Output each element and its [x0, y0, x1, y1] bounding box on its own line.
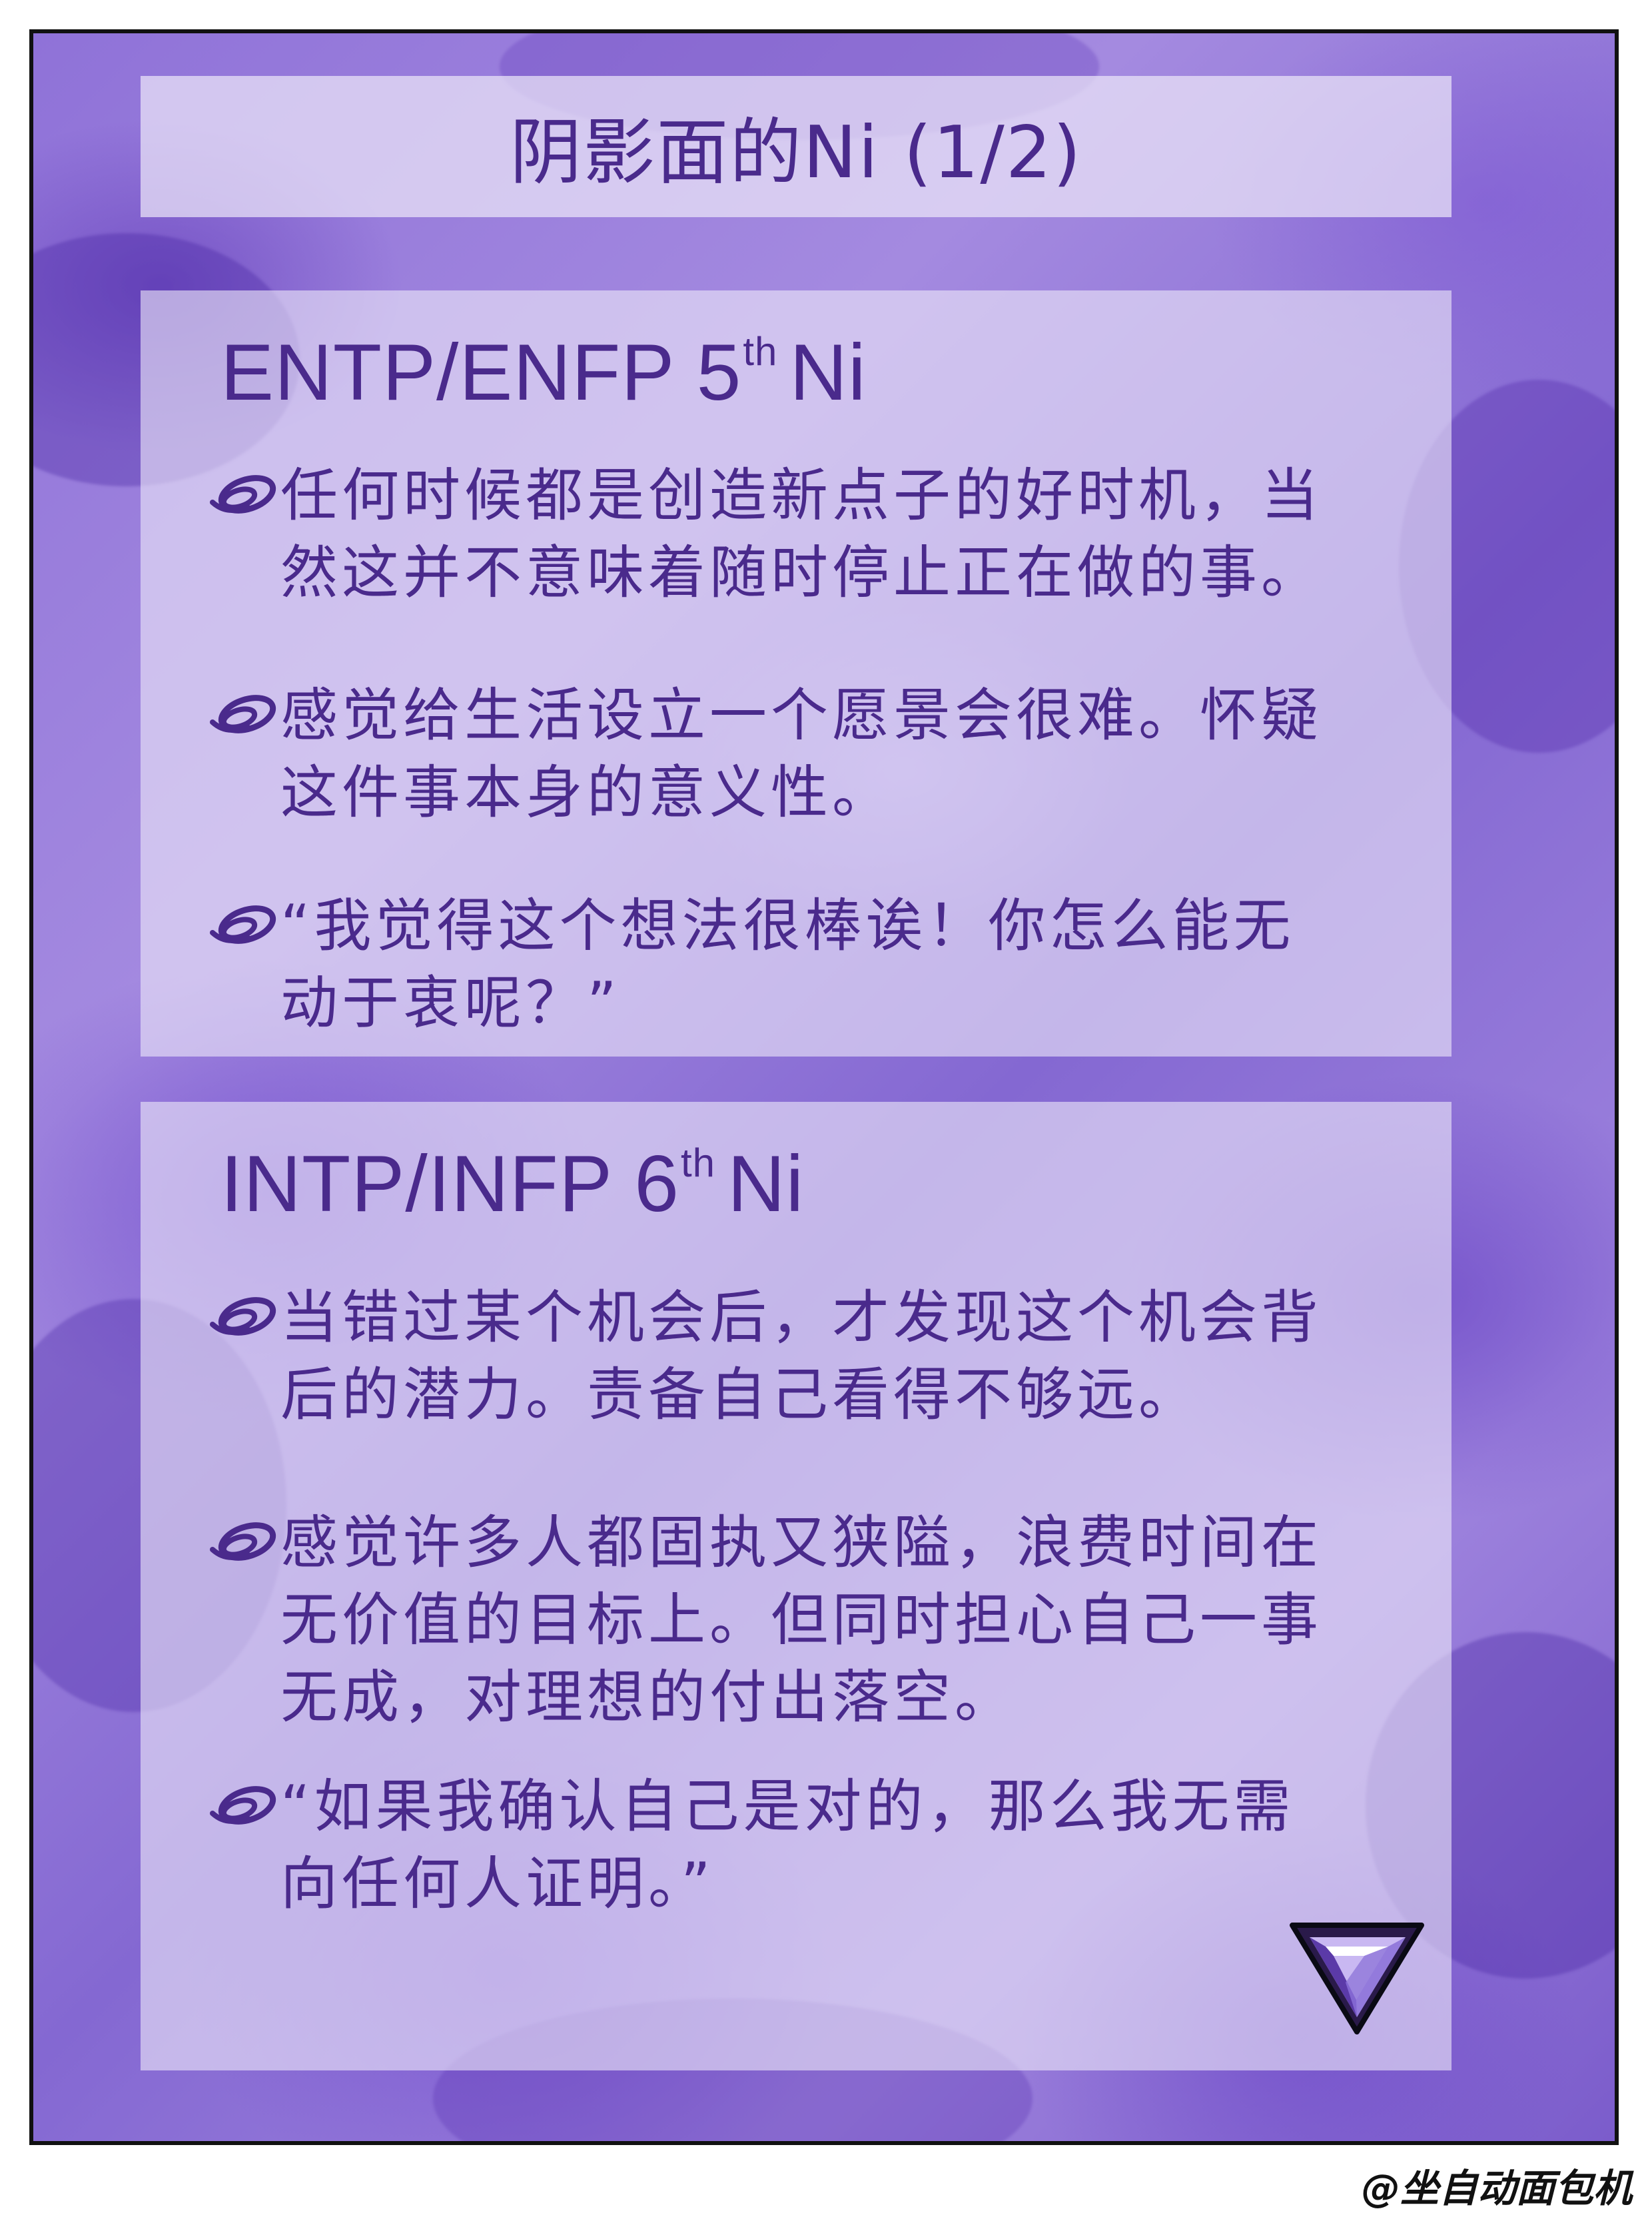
- heading-tail: Ni: [727, 1139, 805, 1228]
- section-heading: ENTP/ENFP 5th Ni: [220, 326, 867, 418]
- item-text: “如果我确认自己是对的，那么我无需 向任何人证明。”: [280, 1773, 1295, 1917]
- item-text: 任何时候都是创造新点子的好时机，当 然这并不意味着随时停止正在做的事。: [280, 462, 1322, 606]
- list-item: 感觉许多人都固执又狭隘，浪费时间在 无价值的目标上。但同时担心自己一事 无成，对…: [207, 1504, 1406, 1736]
- list-item: 当错过某个机会后，才发现这个机会背 后的潜力。责备自己看得不够远。: [207, 1279, 1406, 1434]
- heading-main: INTP/INFP 6: [220, 1139, 679, 1228]
- item-text: 感觉许多人都固执又狭隘，浪费时间在 无价值的目标上。但同时担心自己一事 无成，对…: [280, 1510, 1322, 1731]
- heading-main: ENTP/ENFP 5: [220, 328, 742, 417]
- purple-loop-icon: [210, 475, 276, 514]
- page-title: 阴影面的Ni (1/2): [510, 111, 1082, 195]
- purple-loop-icon: [210, 1786, 276, 1825]
- list-item: 任何时候都是创造新点子的好时机，当 然这并不意味着随时停止正在做的事。: [207, 457, 1406, 612]
- item-text: 当错过某个机会后，才发现这个机会背 后的潜力。责备自己看得不够远。: [280, 1284, 1322, 1428]
- heading-tail: Ni: [789, 328, 867, 417]
- purple-loop-icon: [210, 695, 276, 733]
- item-text: 感觉给生活设立一个愿景会很难。怀疑 这件事本身的意义性。: [280, 682, 1322, 826]
- purple-loop-icon: [210, 905, 276, 944]
- list-item: “我觉得这个想法很棒诶！你怎么能无 动于衷呢？”: [207, 887, 1406, 1042]
- purple-loop-icon: [210, 1522, 276, 1561]
- purple-loop-icon: [210, 1297, 276, 1336]
- author-credit: @坐自动面包机: [1361, 2166, 1632, 2211]
- section-panel-entp-enfp: ENTP/ENFP 5th Ni 任何时候都是创造新点子的好时机，当 然这并不意味…: [141, 290, 1451, 1057]
- section-panel-intp-infp: INTP/INFP 6th Ni 当错过某个机会后，才发现这个机会背 后的潜力。责…: [141, 1102, 1451, 2070]
- list-item: “如果我确认自己是对的，那么我无需 向任何人证明。”: [207, 1768, 1406, 1923]
- triangle-7-logo-icon: [1290, 1923, 1424, 2034]
- item-text: “我觉得这个想法很棒诶！你怎么能无 动于衷呢？”: [280, 893, 1295, 1037]
- section-heading: INTP/INFP 6th Ni: [220, 1138, 804, 1230]
- heading-sup: th: [680, 1140, 715, 1185]
- list-item: 感觉给生活设立一个愿景会很难。怀疑 这件事本身的意义性。: [207, 677, 1406, 831]
- title-band: 阴影面的Ni (1/2): [141, 76, 1451, 217]
- heading-sup: th: [743, 329, 778, 374]
